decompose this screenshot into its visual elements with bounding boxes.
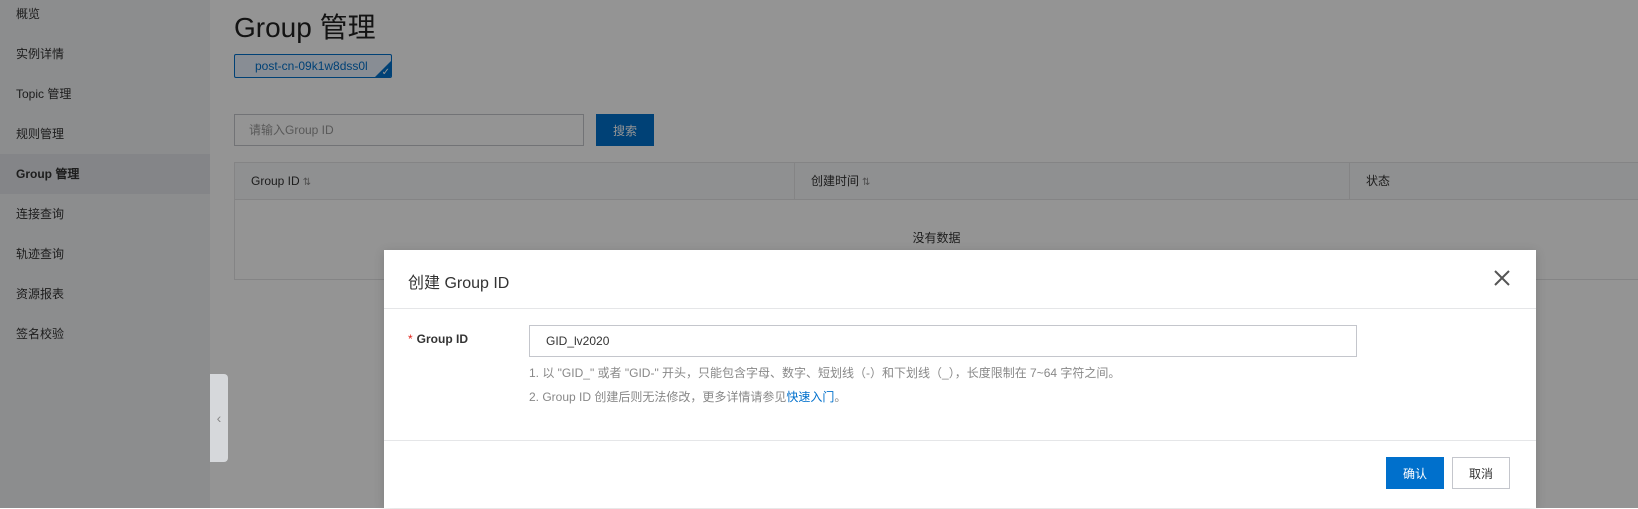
quick-start-link[interactable]: 快速入门 [786, 390, 834, 404]
hint-immutable: 2. Group ID 创建后则无法修改，更多详情请参见快速入门。 [529, 390, 847, 404]
group-id-input[interactable] [529, 325, 1357, 357]
hint-format: 1. 以 "GID_" 或者 "GID-" 开头，只能包含字母、数字、短划线（-… [529, 366, 1121, 380]
chevron-left-icon: ‹ [216, 410, 222, 426]
required-mark: * [408, 332, 413, 346]
cancel-button[interactable]: 取消 [1452, 457, 1510, 489]
close-icon[interactable] [1490, 266, 1514, 290]
dialog-title: 创建 Group ID [408, 275, 510, 292]
create-group-dialog: 创建 Group ID *Group ID 1. 以 "GID_" 或者 "GI… [384, 250, 1536, 508]
sidebar-collapse-handle[interactable]: ‹ [210, 374, 228, 462]
dialog-header: 创建 Group ID [384, 250, 1536, 309]
dialog-footer: 确认 取消 [384, 440, 1536, 509]
confirm-button[interactable]: 确认 [1386, 457, 1444, 489]
group-id-label: * Group ID [408, 332, 468, 346]
